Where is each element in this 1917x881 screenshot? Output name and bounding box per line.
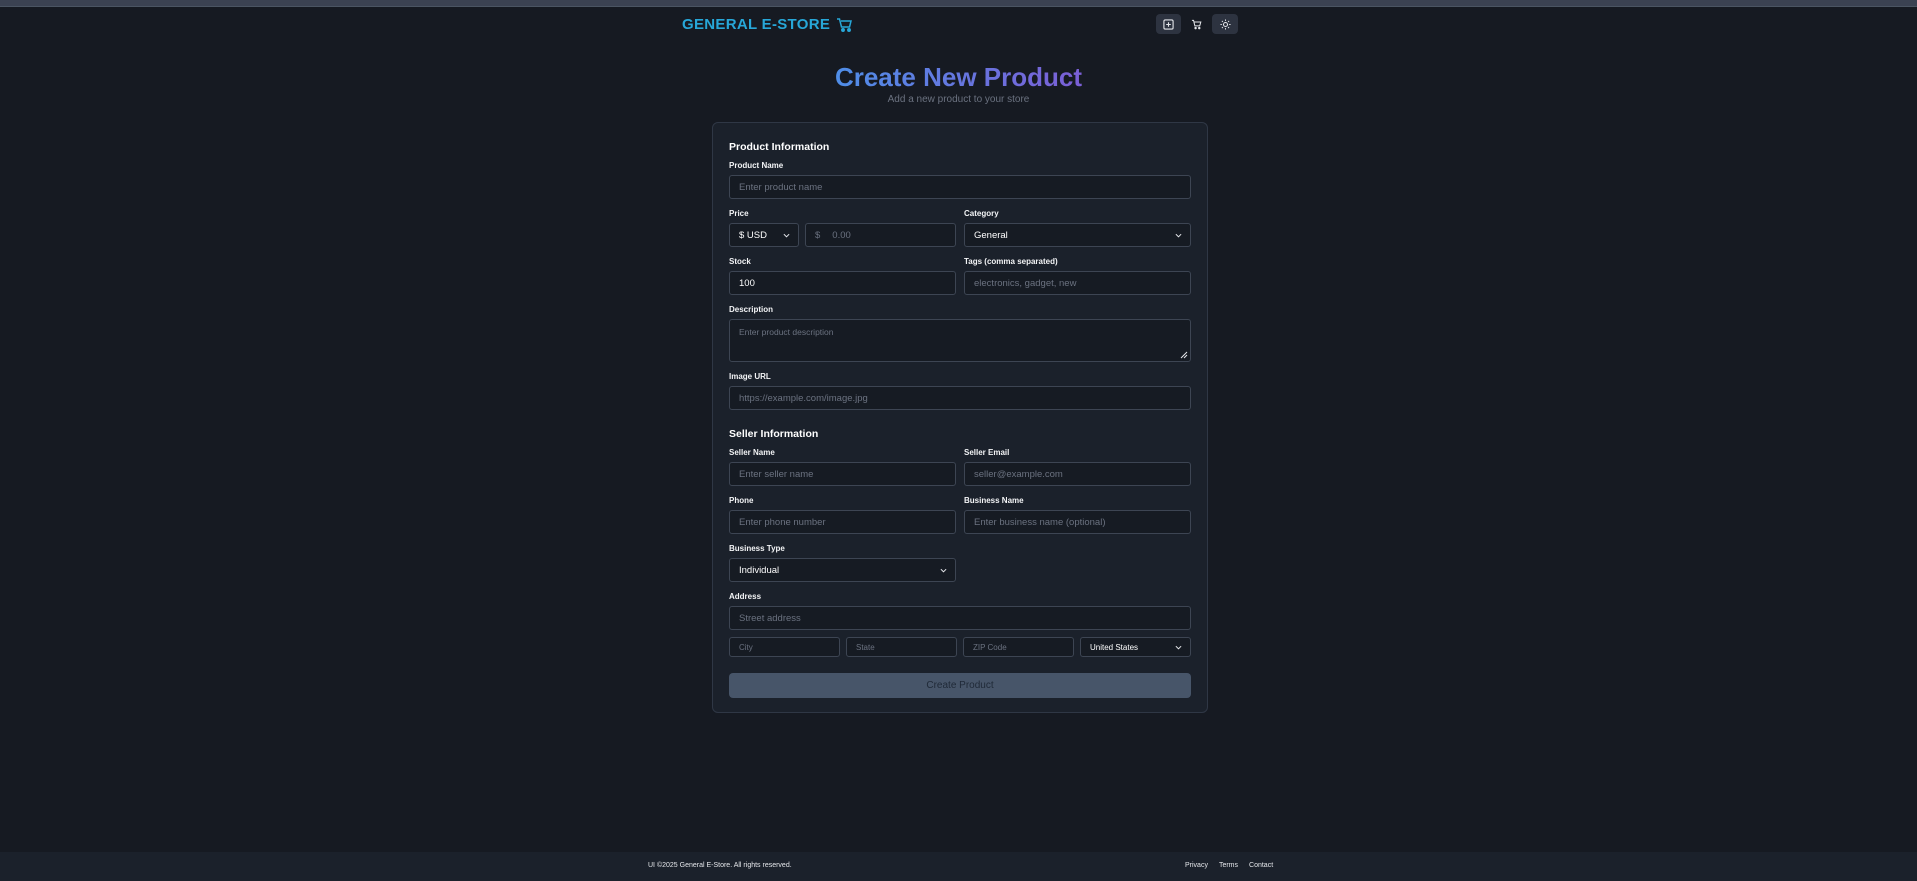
chevron-down-icon xyxy=(1175,233,1182,238)
country-select[interactable]: United States xyxy=(1080,637,1191,657)
seller-name-label: Seller Name xyxy=(729,448,775,457)
cart-icon xyxy=(837,17,853,32)
seller-email-label: Seller Email xyxy=(964,448,1010,457)
add-square-icon xyxy=(1163,18,1174,30)
page-subtitle: Add a new product to your store xyxy=(887,94,1030,105)
street-address-input[interactable]: Street address xyxy=(729,606,1191,630)
chevron-down-icon xyxy=(1175,645,1182,650)
create-product-button[interactable]: Create Product xyxy=(729,673,1191,698)
image-url-label: Image URL xyxy=(729,372,771,381)
footer-link-privacy[interactable]: Privacy xyxy=(1185,862,1208,869)
category-label: Category xyxy=(964,209,999,218)
city-input[interactable]: City xyxy=(729,637,840,657)
price-label: Price xyxy=(729,209,749,218)
chevron-down-icon xyxy=(940,568,947,573)
resize-handle-icon[interactable] xyxy=(1180,351,1188,359)
business-type-select[interactable]: Individual xyxy=(729,558,956,582)
business-name-input[interactable]: Enter business name (optional) xyxy=(964,510,1191,534)
brand-name: GENERAL E-STORE xyxy=(682,16,831,33)
footer: UI ©2025 General E-Store. All rights res… xyxy=(0,852,1917,881)
product-name-input[interactable]: Enter product name xyxy=(729,175,1191,199)
currency-select[interactable]: $ USD xyxy=(729,223,799,247)
price-input[interactable]: $ 0.00 xyxy=(805,223,956,247)
zip-code-input[interactable]: ZIP Code xyxy=(963,637,1074,657)
business-type-value: Individual xyxy=(739,564,780,576)
theme-toggle-button[interactable] xyxy=(1212,14,1238,34)
phone-label: Phone xyxy=(729,496,754,505)
copyright-text: UI ©2025 General E-Store. All rights res… xyxy=(648,862,792,869)
country-value: United States xyxy=(1090,642,1139,652)
seller-name-input[interactable]: Enter seller name xyxy=(729,462,956,486)
description-label: Description xyxy=(729,305,774,314)
description-placeholder: Enter product description xyxy=(739,327,834,337)
phone-input[interactable]: Enter phone number xyxy=(729,510,956,534)
create-product-form: Product Information Product Name Enter p… xyxy=(712,122,1208,713)
footer-link-terms[interactable]: Terms xyxy=(1219,862,1238,869)
brand-logo[interactable]: GENERAL E-STORE xyxy=(682,16,853,33)
sun-icon xyxy=(1219,18,1231,30)
add-product-button[interactable] xyxy=(1156,14,1181,34)
address-label: Address xyxy=(729,592,762,601)
footer-links: Privacy Terms Contact xyxy=(1185,862,1273,869)
category-select[interactable]: General xyxy=(964,223,1191,247)
cart-button[interactable] xyxy=(1187,14,1206,34)
tags-input[interactable]: electronics, gadget, new xyxy=(964,271,1191,295)
category-value: General xyxy=(974,229,1008,241)
nav-actions xyxy=(1156,14,1238,34)
shopping-cart-icon xyxy=(1191,19,1202,29)
footer-link-contact[interactable]: Contact xyxy=(1249,862,1273,869)
stock-input[interactable]: 100 xyxy=(729,271,956,295)
business-name-label: Business Name xyxy=(964,496,1024,505)
browser-top-strip xyxy=(0,0,1917,7)
image-url-input[interactable]: https://example.com/image.jpg xyxy=(729,386,1191,410)
description-textarea[interactable]: Enter product description xyxy=(729,319,1191,362)
business-type-label: Business Type xyxy=(729,544,785,553)
price-symbol: $ xyxy=(815,229,821,241)
chevron-down-icon xyxy=(783,233,790,238)
navbar: GENERAL E-STORE xyxy=(682,14,1238,36)
state-input[interactable]: State xyxy=(846,637,957,657)
tags-label: Tags (comma separated) xyxy=(964,257,1058,266)
page-heading: Create New Product Add a new product to … xyxy=(0,62,1917,105)
price-placeholder: 0.00 xyxy=(832,229,851,241)
product-name-label: Product Name xyxy=(729,161,784,170)
seller-information-title: Seller Information xyxy=(729,428,819,440)
page-title: Create New Product xyxy=(834,62,1083,92)
stock-label: Stock xyxy=(729,257,751,266)
seller-email-input[interactable]: seller@example.com xyxy=(964,462,1191,486)
product-information-title: Product Information xyxy=(729,141,830,153)
currency-value: $ USD xyxy=(739,229,767,241)
